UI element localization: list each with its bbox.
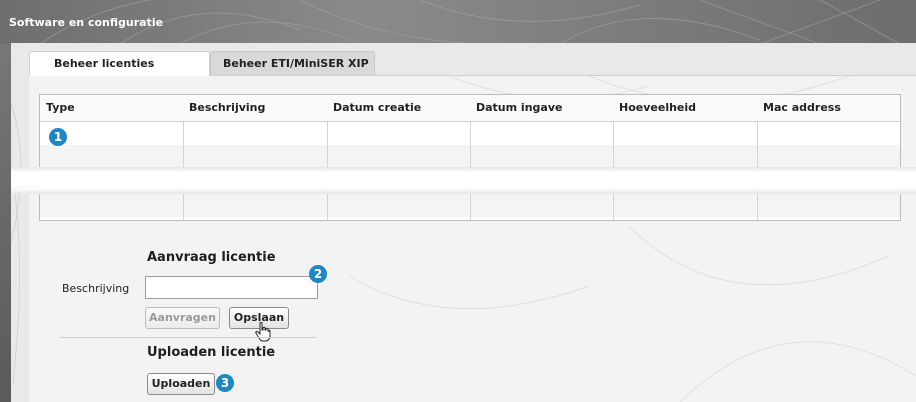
application-window: Software en configuratie Beheer licentie… xyxy=(0,0,916,402)
section-divider xyxy=(59,337,317,338)
column-header-datum-ingave[interactable]: Datum ingave xyxy=(470,95,613,121)
column-header-datum-creatie[interactable]: Datum creatie xyxy=(327,95,470,121)
torn-edge xyxy=(11,188,916,194)
licenses-table: Type Beschrijving Datum creatie Datum in… xyxy=(11,94,916,221)
upload-button[interactable]: Uploaden xyxy=(147,373,215,395)
main-panel: Beheer licenties Beheer ETI/MiniSER XIP xyxy=(11,43,916,402)
tab-beheer-eti-label: Beheer ETI/MiniSER XIP xyxy=(223,57,369,70)
window-title: Software en configuratie xyxy=(9,16,164,29)
callout-marker-3: 3 xyxy=(216,374,234,392)
callout-marker-1: 1 xyxy=(49,128,67,146)
column-header-beschrijving[interactable]: Beschrijving xyxy=(183,95,327,121)
description-input[interactable] xyxy=(145,276,318,299)
tab-content: Type Beschrijving Datum creatie Datum in… xyxy=(11,75,916,402)
table-header: Type Beschrijving Datum creatie Datum in… xyxy=(40,95,900,122)
column-header-hoeveelheid[interactable]: Hoeveelheid xyxy=(613,95,757,121)
column-header-type[interactable]: Type xyxy=(40,95,183,121)
tab-beheer-licenties-label: Beheer licenties xyxy=(54,57,155,70)
title-bar: Software en configuratie xyxy=(0,0,916,44)
column-header-mac-address[interactable]: Mac address xyxy=(757,95,900,121)
torn-edge xyxy=(11,172,916,188)
hand-cursor-icon xyxy=(255,322,271,342)
upload-license-title: Uploaden licentie xyxy=(147,345,276,360)
callout-marker-2: 2 xyxy=(309,265,327,283)
description-label: Beschrijving xyxy=(62,282,130,295)
tab-beheer-eti-miniser-xip[interactable]: Beheer ETI/MiniSER XIP xyxy=(210,51,375,75)
tab-beheer-licenties[interactable]: Beheer licenties xyxy=(29,51,210,76)
request-button[interactable]: Aanvragen xyxy=(145,307,220,329)
request-license-title: Aanvraag licentie xyxy=(147,250,276,265)
